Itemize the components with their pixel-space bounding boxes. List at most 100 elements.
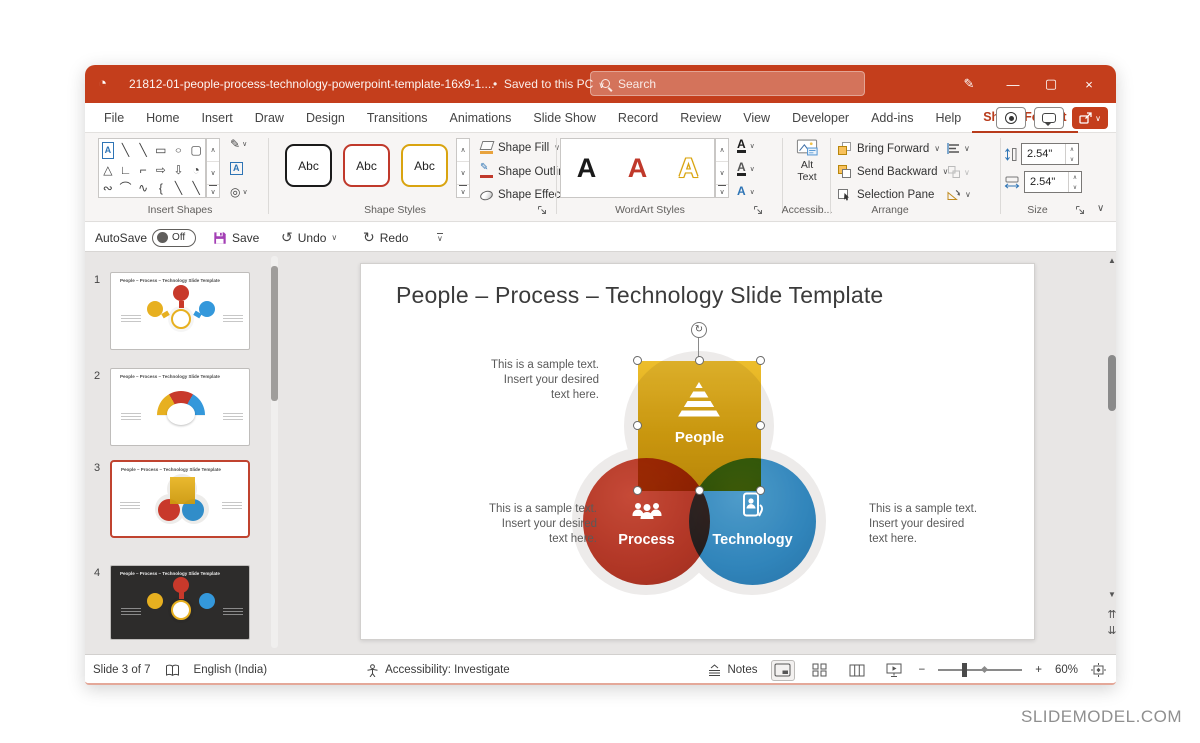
shape-gallery-item[interactable]: △ (99, 162, 117, 180)
resize-handle-nw[interactable] (633, 356, 642, 365)
alt-text-button[interactable]: Alt Text (785, 139, 829, 197)
ribbon-tab[interactable]: Add-ins (860, 104, 924, 132)
wordart-down-icon[interactable]: ∨ (716, 162, 728, 185)
maximize-button[interactable]: ▢ (1032, 76, 1070, 92)
selection-pane-button[interactable]: Selection Pane (837, 187, 934, 202)
rotate-button[interactable]: ∨ (947, 188, 971, 201)
send-backward-button[interactable]: Send Backward ∨ (837, 164, 948, 179)
resize-handle-n[interactable] (695, 356, 704, 365)
text-box-button[interactable]: A (230, 162, 264, 175)
collapse-ribbon-icon[interactable]: ∨ (1097, 203, 1104, 214)
styles-up-icon[interactable]: ∧ (457, 139, 469, 162)
shape-gallery-item[interactable]: ╲ (134, 139, 152, 162)
thumbnail-scrollbar[interactable] (271, 256, 278, 648)
shape-gallery-item[interactable]: ▢ (187, 139, 205, 162)
qat-overflow-button[interactable]: ∨ (437, 223, 443, 252)
previous-slide-icon[interactable]: ⇈ (1106, 608, 1116, 621)
edit-shape-button[interactable]: ✎∨ (230, 137, 264, 151)
resize-handle-w[interactable] (633, 421, 642, 430)
shape-gallery-item[interactable]: ◔ (187, 162, 205, 180)
shape-width-field[interactable]: 2.54" ∧∨ (1024, 171, 1082, 193)
ribbon-tab[interactable]: Record (607, 104, 669, 132)
notes-button[interactable]: Notes (707, 664, 757, 677)
shape-gallery-item[interactable]: { (152, 179, 170, 197)
shape-gallery-item[interactable]: ⇩ (170, 162, 188, 180)
ribbon-tab[interactable]: Help (924, 104, 972, 132)
text-outline-button[interactable]: A∨ (737, 162, 767, 176)
spinner-up-icon[interactable]: ∧ (1066, 144, 1078, 154)
scrollbar-thumb[interactable] (1108, 355, 1116, 411)
zoom-slider[interactable] (938, 669, 1022, 671)
shape-gallery-item[interactable]: ╲ (187, 179, 205, 197)
group-objects-button[interactable]: ∨ (947, 165, 970, 179)
size-dialog-launcher[interactable] (1075, 205, 1085, 215)
gallery-more-icon[interactable]: ∨ (209, 185, 217, 197)
resize-handle-ne[interactable] (756, 356, 765, 365)
share-button[interactable]: ∨ (1072, 107, 1108, 129)
save-button[interactable]: Save (213, 223, 259, 252)
wordart-dialog-launcher[interactable] (753, 205, 763, 215)
slide-indicator[interactable]: Slide 3 of 7 (93, 664, 151, 676)
resize-handle-e[interactable] (756, 421, 765, 430)
ribbon-tab[interactable]: Draw (244, 104, 295, 132)
align-button[interactable]: ∨ (947, 142, 970, 155)
canvas-scrollbar[interactable]: ▲ ▼ ⇈ ⇊ (1106, 252, 1116, 654)
shape-gallery-item[interactable]: ▭ (152, 139, 170, 162)
sample-text-top-left[interactable]: This is a sample text. Insert your desir… (491, 358, 599, 403)
sample-text-bottom-left[interactable]: This is a sample text. Insert your desir… (489, 502, 597, 547)
shape-gallery-item[interactable]: ∟ (117, 162, 135, 180)
slide-sorter-view-button[interactable] (808, 660, 832, 681)
spell-check-icon[interactable] (165, 664, 180, 677)
fit-to-window-button[interactable] (1091, 663, 1106, 677)
ribbon-tab[interactable]: Slide Show (522, 104, 607, 132)
spinner-down-icon[interactable]: ∨ (1069, 182, 1081, 192)
ribbon-tab[interactable]: Animations (439, 104, 523, 132)
resize-handle-sw[interactable] (633, 486, 642, 495)
slideshow-button[interactable] (882, 660, 906, 681)
wordart-up-icon[interactable]: ∧ (716, 139, 728, 162)
zoom-in-button[interactable]: + (1035, 664, 1042, 676)
ribbon-tab[interactable]: Developer (781, 104, 860, 132)
wordart-preset-gold[interactable]: A (679, 153, 699, 184)
shape-gallery-item[interactable]: ⇨ (152, 162, 170, 180)
autosave-toggle[interactable]: Off (152, 229, 196, 247)
slide-thumbnail-2[interactable]: People – Process – Technology Slide Temp… (110, 368, 250, 446)
rotate-handle[interactable]: ↻ (691, 322, 707, 338)
styles-more-icon[interactable]: ∨ (459, 185, 467, 197)
slide-thumbnail-1[interactable]: People – Process – Technology Slide Temp… (110, 272, 250, 350)
slide-title[interactable]: People – Process – Technology Slide Temp… (396, 282, 883, 309)
shape-style-preset-red[interactable]: Abc (343, 144, 390, 187)
resize-handle-se[interactable] (756, 486, 765, 495)
spinner-down-icon[interactable]: ∨ (1066, 154, 1078, 164)
wordart-preset-red[interactable]: A (628, 153, 648, 184)
zoom-level[interactable]: 60% (1055, 664, 1078, 676)
accessibility-checker[interactable]: Accessibility: Investigate (366, 664, 510, 677)
gallery-up-icon[interactable]: ∧ (207, 139, 219, 162)
minimize-button[interactable]: — (994, 77, 1032, 92)
redo-button[interactable]: ↻ Redo (363, 223, 408, 252)
scroll-up-icon[interactable]: ▲ (1106, 256, 1116, 265)
next-slide-icon[interactable]: ⇊ (1106, 624, 1116, 637)
ribbon-tab[interactable]: Transitions (356, 104, 439, 132)
shape-gallery-item[interactable]: ∿ (134, 179, 152, 197)
scroll-down-icon[interactable]: ▼ (1106, 590, 1116, 599)
shape-gallery-item[interactable]: ⌐ (134, 162, 152, 180)
shape-gallery-item[interactable]: ╲ (117, 139, 135, 162)
slide-thumbnail-4[interactable]: People – Process – Technology Slide Temp… (110, 565, 250, 640)
shape-style-preset-black[interactable]: Abc (285, 144, 332, 187)
ribbon-tab[interactable]: File (93, 104, 135, 132)
shape-gallery-item[interactable]: ○ (170, 142, 188, 158)
shape-gallery-item[interactable]: A (102, 142, 114, 159)
ribbon-tab[interactable]: Design (295, 104, 356, 132)
reading-view-button[interactable] (845, 660, 869, 681)
autosave-control[interactable]: AutoSave Off (95, 223, 196, 252)
shape-gallery-item[interactable]: ∾ (99, 179, 117, 197)
undo-button[interactable]: ↺ Undo ∨ (281, 223, 337, 252)
ribbon-tab[interactable]: Review (669, 104, 732, 132)
resize-handle-s[interactable] (695, 486, 704, 495)
ribbon-tab[interactable]: Insert (191, 104, 244, 132)
normal-view-button[interactable] (771, 660, 795, 681)
close-button[interactable]: × (1070, 77, 1108, 92)
text-effects-button[interactable]: A∨ (737, 186, 767, 197)
text-fill-button[interactable]: A∨ (737, 139, 767, 153)
